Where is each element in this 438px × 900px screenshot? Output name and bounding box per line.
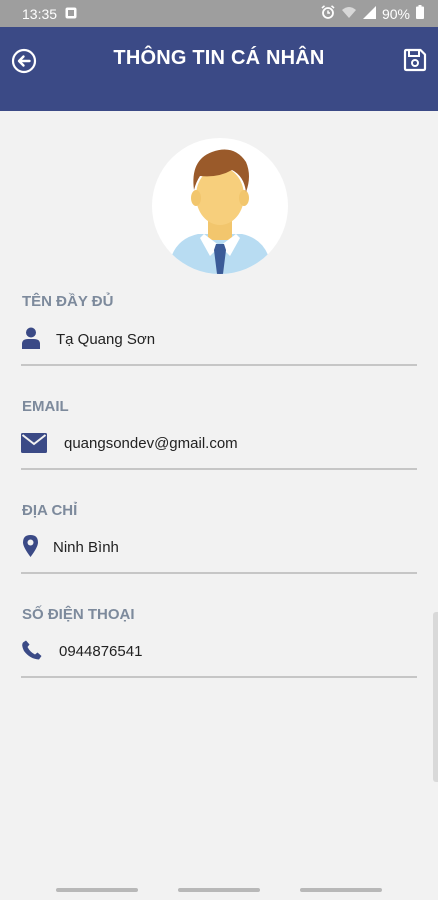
envelope-icon <box>21 433 47 453</box>
save-button[interactable] <box>402 47 428 73</box>
notification-icon <box>65 6 77 22</box>
phone-value: 0944876541 <box>59 643 143 660</box>
battery-icon <box>416 5 424 22</box>
alarm-icon <box>321 5 335 22</box>
full-name-underline <box>21 364 417 366</box>
page-title: THÔNG TIN CÁ NHÂN <box>113 47 325 69</box>
email-field[interactable]: quangsondev@gmail.com <box>21 430 417 460</box>
phone-icon <box>22 640 42 660</box>
email-underline <box>21 468 417 470</box>
map-marker-icon <box>23 535 38 557</box>
avatar[interactable] <box>152 138 288 274</box>
nav-back-button[interactable] <box>300 888 382 892</box>
signal-icon <box>362 5 376 22</box>
wifi-icon <box>341 6 357 22</box>
status-time: 13:35 <box>22 5 58 22</box>
male-avatar-illustration <box>168 149 272 274</box>
phone-label: SỐ ĐIỆN THOẠI <box>22 606 135 623</box>
full-name-label: TÊN ĐẦY ĐỦ <box>22 293 114 310</box>
battery-text: 90% <box>381 5 410 22</box>
user-icon <box>22 327 40 349</box>
save-floppy-icon <box>403 48 427 72</box>
status-bar: 13:35 90% <box>0 0 438 27</box>
full-name-value: Tạ Quang Sơn <box>56 331 156 348</box>
phone-field[interactable]: 0944876541 <box>21 638 417 668</box>
full-name-field[interactable]: Tạ Quang Sơn <box>21 326 417 356</box>
address-field[interactable]: Ninh Bình <box>21 534 417 564</box>
address-label: ĐỊA CHỈ <box>22 502 78 519</box>
address-underline <box>21 572 417 574</box>
email-label: EMAIL <box>22 398 69 415</box>
email-value: quangsondev@gmail.com <box>64 435 238 452</box>
edge-panel-handle[interactable] <box>433 612 438 782</box>
nav-recents-button[interactable] <box>56 888 138 892</box>
phone-underline <box>21 676 417 678</box>
nav-home-button[interactable] <box>178 888 260 892</box>
address-value: Ninh Bình <box>53 539 119 556</box>
